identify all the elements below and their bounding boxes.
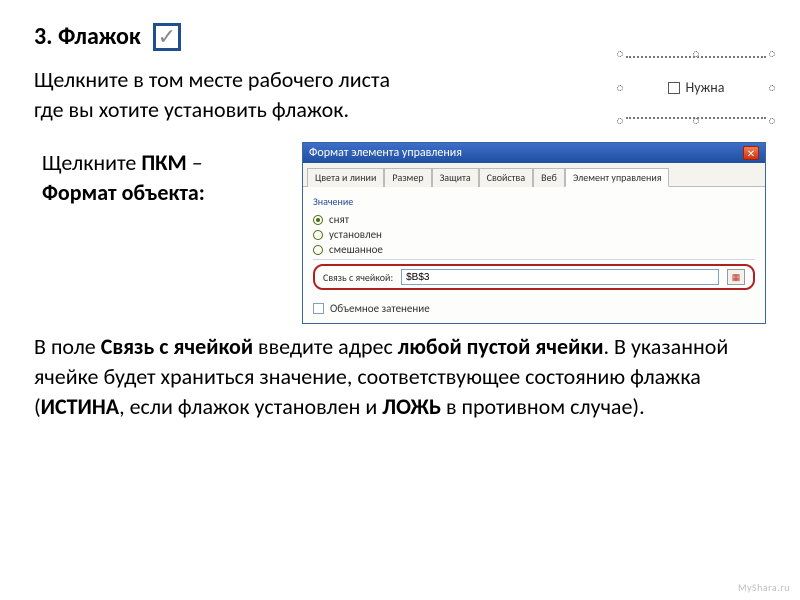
cell-reference-picker-button[interactable]: ▦ [727,269,745,285]
tab-colors[interactable]: Цвета и линии [307,168,384,187]
shadow-checkbox-label: Объемное затенение [330,302,430,315]
cell-link-highlight: Связь с ячейкой: ▦ [313,264,755,290]
checkbox-toolbar-icon: ✓ [153,23,181,51]
radio-mixed[interactable]: смешанное [313,242,755,257]
instruction-paragraph-3: В поле Связь с ячейкой введите адрес люб… [34,332,766,421]
cell-link-input[interactable] [401,269,719,285]
radio-set[interactable]: установлен [313,227,755,242]
dialog-title: Формат элемента управления [309,146,462,160]
tab-control[interactable]: Элемент управления [565,168,670,187]
dialog-tabs: Цвета и линии Размер Защита Свойства Веб… [303,163,765,187]
section-heading: 3. Флажок [34,22,141,51]
tab-protection[interactable]: Защита [432,168,479,187]
tab-properties[interactable]: Свойства [479,168,533,187]
watermark: MyShara.ru [738,581,790,594]
group-value-label: Значение [313,195,755,208]
tab-web[interactable]: Веб [533,168,565,187]
cell-link-label: Связь с ячейкой: [323,271,393,284]
format-control-dialog: Формат элемента управления ✕ Цвета и лин… [302,142,766,324]
dialog-close-button[interactable]: ✕ [743,146,759,160]
radio-unset[interactable]: снят [313,212,755,227]
checkbox-icon [313,303,324,314]
shadow-checkbox-row[interactable]: Объемное затенение [313,294,755,315]
instruction-paragraph-2: Щелкните ПКМ – Формат объекта: [42,148,282,207]
worksheet-checkbox-sample: Нужна [626,60,766,115]
tab-size[interactable]: Размер [384,168,431,187]
